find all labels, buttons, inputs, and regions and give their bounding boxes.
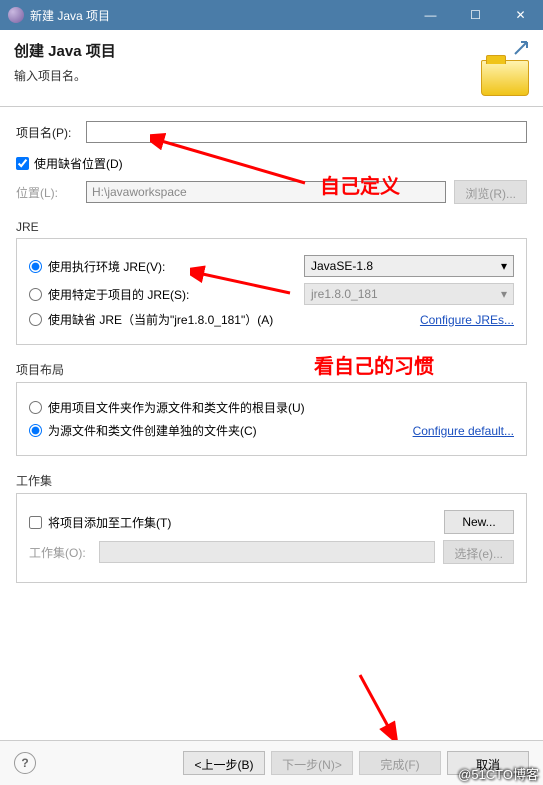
- add-working-set-checkbox[interactable]: [29, 516, 42, 529]
- jre-project-select: jre1.8.0_181 ▾: [304, 283, 514, 305]
- working-sets-legend: 工作集: [16, 472, 527, 489]
- layout-separate-radio[interactable]: [29, 424, 42, 437]
- new-working-set-button[interactable]: New...: [444, 510, 514, 534]
- jre-project-value: jre1.8.0_181: [311, 287, 378, 301]
- jre-env-radio[interactable]: [29, 260, 42, 273]
- project-name-label: 项目名(P):: [16, 124, 86, 141]
- jre-project-radio[interactable]: [29, 288, 42, 301]
- chevron-down-icon: ▾: [501, 259, 507, 273]
- back-button[interactable]: <上一步(B): [183, 751, 265, 775]
- use-default-location-checkbox[interactable]: [16, 157, 29, 170]
- add-working-set-label: 将项目添加至工作集(T): [48, 514, 444, 531]
- jre-project-label: 使用特定于项目的 JRE(S):: [48, 286, 304, 303]
- jre-fieldset: 使用执行环境 JRE(V): JavaSE-1.8 ▾ 使用特定于项目的 JRE…: [16, 238, 527, 345]
- configure-jres-link[interactable]: Configure JREs...: [420, 313, 514, 327]
- close-button[interactable]: ✕: [498, 0, 543, 30]
- app-icon: [8, 7, 24, 23]
- layout-separate-label: 为源文件和类文件创建单独的文件夹(C): [48, 422, 413, 439]
- layout-fieldset: 使用项目文件夹作为源文件和类文件的根目录(U) 为源文件和类文件创建单独的文件夹…: [16, 382, 527, 456]
- select-working-set-button: 选择(e)...: [443, 540, 514, 564]
- dialog-subtitle: 输入项目名。: [14, 67, 473, 84]
- layout-root-radio[interactable]: [29, 401, 42, 414]
- browse-button: 浏览(R)...: [454, 180, 527, 204]
- layout-legend: 项目布局: [16, 361, 527, 378]
- dialog-title: 创建 Java 项目: [14, 40, 473, 61]
- project-name-input[interactable]: [86, 121, 527, 143]
- title-bar: 新建 Java 项目 — ☐ ✕: [0, 0, 543, 30]
- jre-legend: JRE: [16, 220, 527, 234]
- jre-env-select[interactable]: JavaSE-1.8 ▾: [304, 255, 514, 277]
- chevron-down-icon: ▾: [501, 287, 507, 301]
- watermark: @51CTO博客: [458, 764, 539, 783]
- jre-env-label: 使用执行环境 JRE(V):: [48, 258, 304, 275]
- location-label: 位置(L):: [16, 184, 86, 201]
- jre-default-radio[interactable]: [29, 313, 42, 326]
- jre-default-label: 使用缺省 JRE（当前为"jre1.8.0_181"）(A): [48, 311, 420, 328]
- next-button: 下一步(N)>: [271, 751, 353, 775]
- jre-env-value: JavaSE-1.8: [311, 259, 373, 273]
- location-input: [86, 181, 446, 203]
- minimize-button[interactable]: —: [408, 0, 453, 30]
- help-button[interactable]: ?: [14, 752, 36, 774]
- configure-default-link[interactable]: Configure default...: [413, 424, 514, 438]
- wizard-folder-icon: [473, 40, 529, 96]
- maximize-button[interactable]: ☐: [453, 0, 498, 30]
- working-sets-input: [99, 541, 435, 563]
- window-title: 新建 Java 项目: [30, 7, 408, 24]
- finish-button: 完成(F): [359, 751, 441, 775]
- working-sets-fieldset: 将项目添加至工作集(T) New... 工作集(O): 选择(e)...: [16, 493, 527, 583]
- dialog-header: 创建 Java 项目 输入项目名。: [0, 30, 543, 107]
- use-default-location-label: 使用缺省位置(D): [34, 155, 123, 172]
- layout-root-label: 使用项目文件夹作为源文件和类文件的根目录(U): [48, 399, 514, 416]
- red-arrow-icon: [350, 670, 410, 740]
- working-sets-label: 工作集(O):: [29, 544, 99, 561]
